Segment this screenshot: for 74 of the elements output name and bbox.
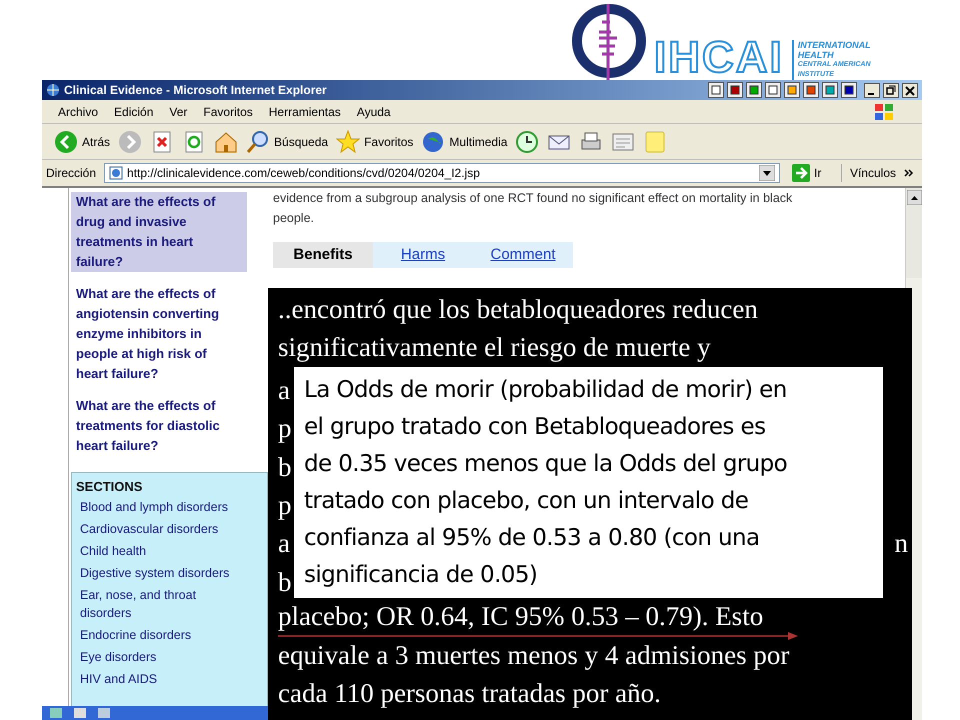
app-icon[interactable] <box>784 82 800 98</box>
section-link[interactable]: Blood and lymph disorders <box>76 498 246 516</box>
menu-item[interactable]: Favoritos <box>203 102 253 120</box>
menu-item[interactable]: Archivo <box>58 102 98 120</box>
menu-item[interactable]: Herramientas <box>268 102 341 120</box>
app-icon[interactable] <box>727 82 743 98</box>
logo-caption: INTERNATIONAL <box>798 40 871 50</box>
section-link[interactable]: Endocrine disorders <box>76 626 246 644</box>
question-link[interactable]: What are the effects of drug and invasive treatments in heart failure? <box>71 192 247 272</box>
section-heading: SECTIONS <box>76 478 144 496</box>
links-label[interactable]: Vínculos <box>840 164 896 182</box>
panel-text: p <box>278 412 292 446</box>
panel-text: b <box>278 450 292 484</box>
app-icon[interactable] <box>708 82 724 98</box>
clock-icon <box>515 130 540 154</box>
section-link[interactable]: Eye disorders <box>76 648 246 666</box>
panel-text: placebo; OR 0.64, IC 95% 0.53 – 0.79). Esto <box>278 601 764 632</box>
dropdown-arrow-icon[interactable] <box>759 165 776 181</box>
window-icon <box>74 708 86 718</box>
globe-icon <box>46 83 60 97</box>
app-icon[interactable] <box>822 82 838 98</box>
question-link[interactable]: What are the effects of angiotensin converting enzyme inhibitors in people at high risk of heart failure? <box>71 284 247 384</box>
favorites-button[interactable]: Favoritos <box>336 126 414 156</box>
search-button[interactable]: Búsqueda <box>246 126 328 156</box>
menu-item[interactable]: Ayuda <box>356 102 391 120</box>
chevron-icon[interactable] <box>904 168 914 178</box>
menu-item[interactable]: Ver <box>169 102 188 120</box>
window-title: Clinical Evidence - Microsoft Internet Explorer <box>64 82 327 99</box>
sticky-note-icon <box>643 130 668 154</box>
logo-text: IHCAI <box>654 36 784 80</box>
panel-text: equivale a 3 muertes menos y 4 admisiones por <box>278 640 790 671</box>
section-link[interactable]: Child health <box>76 542 246 560</box>
tab[interactable]: Comment <box>473 242 573 268</box>
section-link[interactable]: Cardiovascular disorders <box>76 520 246 538</box>
panel-text: significativamente el riesgo de muerte y <box>278 332 711 364</box>
section-link[interactable]: HIV and AIDS <box>76 670 246 688</box>
menu-item[interactable]: Edición <box>114 102 154 120</box>
app-icon[interactable] <box>746 82 762 98</box>
restore-icon[interactable] <box>883 82 899 98</box>
search-icon <box>246 130 270 154</box>
window-icon <box>98 708 110 718</box>
panel-text: cada 110 personas tratadas por año. <box>278 678 661 709</box>
panel-text: n <box>894 527 908 560</box>
app-icon[interactable] <box>841 82 857 98</box>
logo-caption: HEALTH <box>798 50 835 60</box>
intro-text: evidence from a subgroup analysis of one RCT found no significant effect on mortality in black people. <box>273 190 794 227</box>
address-field[interactable]: http://clinicalevidence.com/ceweb/conditions/cvd/0204/0204_I2.jsp <box>104 163 780 183</box>
question-link[interactable]: What are the effects of treatments for diastolic heart failure? <box>71 396 247 456</box>
page-icon <box>109 166 124 180</box>
star-icon <box>336 130 360 154</box>
tab[interactable]: Benefits <box>273 242 373 268</box>
globe-icon <box>421 130 446 154</box>
panel-text: a <box>278 527 290 560</box>
go-button[interactable]: Ir <box>792 164 822 182</box>
back-button[interactable]: Atrás <box>54 126 110 156</box>
panel-text: a <box>278 374 290 407</box>
tab[interactable]: Harms <box>373 242 473 268</box>
callout-text: La Odds de morir (probabilidad de morir) en el grupo tratado con Betabloqueadores es de 0.35 veces menos que la Odds del grupo tratado con placebo, con un intervalo de confianza al 95% de 0.53 a 0.80 (con una significancia de 0.05) <box>304 376 788 590</box>
minimize-icon[interactable] <box>864 82 880 98</box>
close-icon[interactable] <box>902 82 918 98</box>
section-link[interactable]: Digestive system disorders <box>76 564 246 582</box>
home-icon <box>214 130 238 154</box>
media-button[interactable]: Multimedia <box>421 126 508 156</box>
address-label: Dirección <box>46 165 96 182</box>
app-icon[interactable] <box>803 82 819 98</box>
panel-text: b <box>278 566 292 599</box>
panel-text: ..encontró que los betabloqueadores reducen <box>278 294 758 325</box>
url-text: http://clinicalevidence.com/ceweb/conditions/cvd/0204/0204_I2.jsp <box>127 165 481 182</box>
panel-text: p <box>278 488 292 522</box>
arrow-icon <box>792 164 810 182</box>
app-icon[interactable] <box>765 82 781 98</box>
section-link[interactable]: Ear, nose, and throat disorders <box>76 586 246 622</box>
windows-logo-icon <box>874 102 894 120</box>
window-icon <box>50 708 62 718</box>
